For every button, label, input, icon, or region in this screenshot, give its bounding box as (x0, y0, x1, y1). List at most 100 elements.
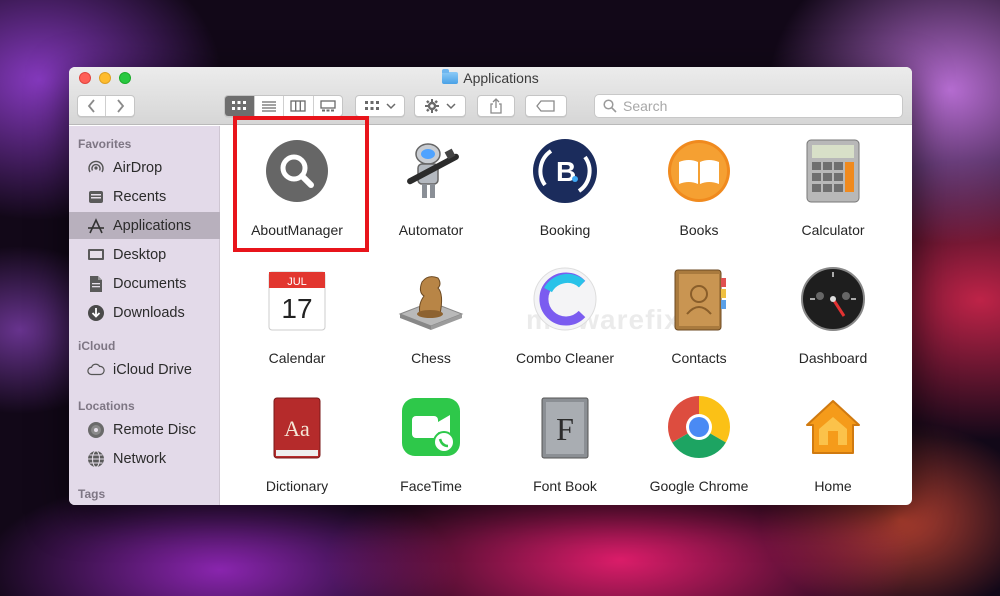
tags-button[interactable] (525, 95, 567, 117)
app-calculator[interactable]: Calculator (766, 126, 900, 254)
app-contacts[interactable]: Contacts (632, 254, 766, 382)
app-label: Calendar (268, 350, 326, 366)
app-label: Font Book (533, 478, 597, 494)
app-booking[interactable]: B Booking (498, 126, 632, 254)
recents-icon (87, 188, 105, 206)
column-view-button[interactable] (284, 96, 314, 116)
app-label: Automator (398, 222, 464, 238)
facetime-icon (396, 392, 466, 462)
network-icon (87, 450, 105, 468)
sidebar-section-tags: Tags (78, 487, 106, 501)
sidebar-item-icloud-drive[interactable]: iCloud Drive (69, 356, 220, 383)
app-label: Combo Cleaner (515, 350, 615, 366)
chevron-left-icon (87, 99, 95, 113)
app-label: Dictionary (265, 478, 329, 494)
sidebar-item-documents[interactable]: Documents (69, 270, 220, 297)
group-by-button[interactable] (355, 95, 405, 117)
window-title-text: Applications (463, 70, 539, 86)
app-label: FaceTime (400, 478, 462, 494)
sidebar-item-label: AirDrop (113, 159, 163, 176)
back-button[interactable] (78, 96, 107, 116)
sidebar-item-desktop[interactable]: Desktop (69, 241, 220, 268)
app-label: Books (679, 222, 719, 238)
app-automator[interactable]: Automator (364, 126, 498, 254)
app-label: Contacts (671, 350, 727, 366)
app-combo-cleaner[interactable]: Combo Cleaner (498, 254, 632, 382)
search-field[interactable]: Search (594, 94, 903, 118)
dashboard-icon (798, 264, 868, 334)
app-label: Calculator (801, 222, 865, 238)
chevron-down-icon (386, 103, 396, 110)
sidebar-item-network[interactable]: Network (69, 445, 220, 472)
app-aboutmanager[interactable]: AboutManager (230, 126, 364, 254)
forward-button[interactable] (106, 96, 134, 116)
chevron-right-icon (117, 99, 125, 113)
app-dashboard[interactable]: Dashboard (766, 254, 900, 382)
sidebar-item-applications[interactable]: Applications (69, 212, 220, 239)
app-dictionary[interactable]: Aa Dictionary (230, 382, 364, 505)
app-label: Dashboard (798, 350, 868, 366)
app-home[interactable]: Home (766, 382, 900, 505)
app-label: Chess (411, 350, 451, 366)
titlebar: Applications Search (69, 67, 912, 125)
contacts-icon (664, 264, 734, 334)
sidebar-section-icloud: iCloud (78, 339, 116, 353)
calculator-icon (798, 136, 868, 206)
sidebar-item-label: Downloads (113, 304, 185, 321)
columns-icon (290, 100, 306, 112)
sidebar-item-label: Recents (113, 188, 167, 205)
downloads-icon (87, 304, 105, 322)
app-label: Booking (539, 222, 591, 238)
app-facetime[interactable]: FaceTime (364, 382, 498, 505)
app-books[interactable]: Books (632, 126, 766, 254)
window-title: Applications (69, 69, 912, 86)
sidebar-item-downloads[interactable]: Downloads (69, 299, 220, 326)
chrome-icon (664, 392, 734, 462)
sidebar-section-favorites: Favorites (78, 137, 132, 151)
app-chess[interactable]: Chess (364, 254, 498, 382)
desktop-icon (87, 246, 105, 264)
app-label: AboutManager (251, 222, 343, 238)
combo-cleaner-icon (530, 264, 600, 334)
gallery-view-button[interactable] (314, 96, 343, 116)
action-button[interactable] (414, 95, 466, 117)
books-icon (664, 136, 734, 206)
sidebar-item-label: Documents (113, 275, 187, 292)
folder-icon (442, 69, 459, 84)
gallery-icon (320, 100, 336, 112)
sidebar-item-airdrop[interactable]: AirDrop (69, 154, 220, 181)
gear-icon (425, 99, 439, 113)
chess-icon (396, 264, 466, 334)
applications-icon (87, 217, 105, 235)
sidebar: Favorites AirDrop Recents Applications D… (69, 126, 220, 505)
dictionary-icon: Aa (262, 392, 332, 462)
sidebar-item-label: Remote Disc (113, 421, 196, 438)
share-icon (490, 98, 502, 114)
home-icon (798, 392, 868, 462)
font-book-icon: F (530, 392, 600, 462)
documents-icon (87, 275, 105, 293)
magnifier-app-icon (262, 136, 332, 206)
app-google-chrome[interactable]: Google Chrome (632, 382, 766, 505)
calendar-day: 17 (281, 293, 312, 324)
icon-view-button[interactable] (225, 96, 255, 116)
view-mode-control (224, 95, 343, 117)
group-grid-icon (365, 101, 379, 110)
app-calendar[interactable]: JUL 17 Calendar (230, 254, 364, 382)
app-grid: malwarefixes AboutManager Automator B Bo… (221, 126, 912, 505)
app-label: Google Chrome (649, 478, 749, 494)
calendar-icon: JUL 17 (262, 264, 332, 334)
sidebar-item-remote-disc[interactable]: Remote Disc (69, 416, 220, 443)
list-view-button[interactable] (255, 96, 284, 116)
cloud-icon (87, 361, 105, 379)
sidebar-item-recents[interactable]: Recents (69, 183, 220, 210)
sidebar-item-label: Network (113, 450, 167, 467)
app-font-book[interactable]: F Font Book (498, 382, 632, 505)
sidebar-item-label: Applications (113, 217, 192, 234)
search-placeholder: Search (623, 98, 668, 114)
app-label: Home (814, 478, 852, 494)
calendar-month: JUL (287, 276, 307, 288)
booking-icon: B (530, 136, 600, 206)
share-button[interactable] (477, 95, 515, 117)
back-forward-control (77, 95, 135, 117)
